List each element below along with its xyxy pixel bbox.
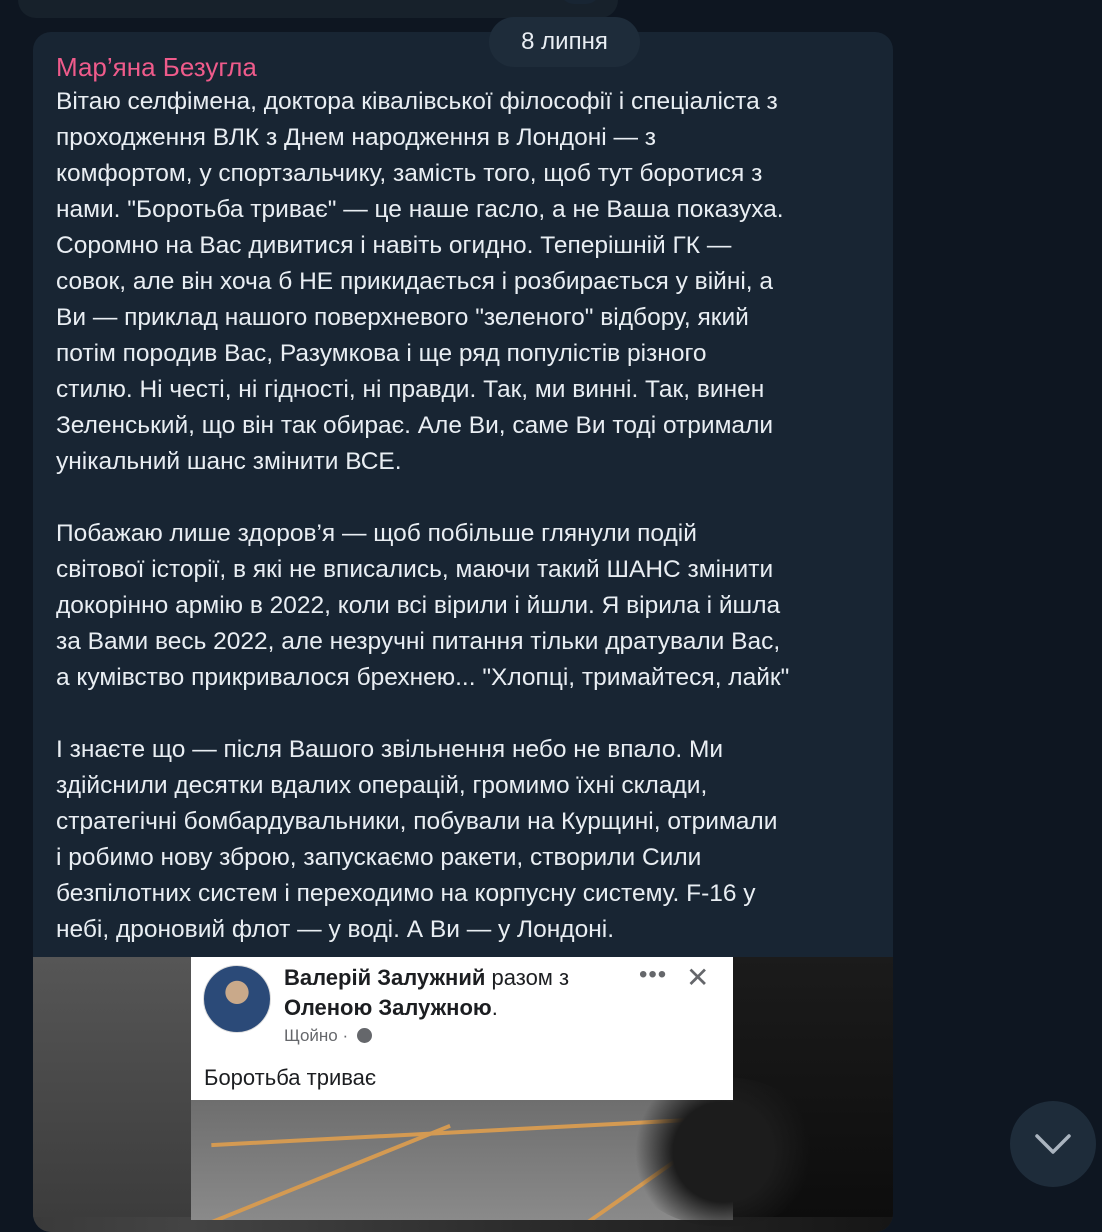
message-paragraph: І знаєте що — після Вашого звільнення не… [56, 736, 778, 943]
date-separator: 8 липня [489, 17, 640, 67]
scroll-down-button[interactable] [1010, 1101, 1096, 1187]
post-tagged-suffix: . [491, 995, 498, 1020]
post-separator: · [342, 1026, 349, 1045]
chevron-down-icon [1035, 1134, 1071, 1154]
post-with-text: разом з [491, 965, 570, 990]
message-sender[interactable]: Мар’яна Безугла [56, 52, 257, 82]
post-time: Щойно [284, 1026, 338, 1045]
message-paragraph: Побажаю лише здоров’я — щоб побільше гля… [56, 520, 790, 691]
more-options-icon: ••• [639, 961, 668, 988]
facebook-post-screenshot: Валерій Залужний разом з Оленою Залужною… [191, 957, 733, 1100]
post-author-line: Валерій Залужний разом з [284, 963, 569, 993]
message-bubble[interactable]: Мар’яна Безугла Вітаю селфімена, доктора… [33, 32, 893, 1232]
post-meta: Щойно · [284, 1025, 372, 1047]
message-text: Вітаю селфімена, доктора ківалівської фі… [56, 84, 876, 984]
globe-icon [356, 1028, 372, 1043]
avatar [203, 965, 271, 1033]
post-text: Боротьба триває [204, 1065, 377, 1090]
header-remnant [18, 0, 618, 18]
message-paragraph: Вітаю селфімена, доктора ківалівської фі… [56, 88, 784, 475]
close-icon: ✕ [686, 962, 710, 993]
message-photo[interactable]: Валерій Залужний разом з Оленою Залужною… [33, 957, 893, 1232]
post-tagged-line: Оленою Залужною. [284, 993, 498, 1023]
post-author: Валерій Залужний [284, 965, 486, 990]
photo-left-region [33, 957, 193, 1217]
post-tagged: Оленою Залужною [284, 995, 492, 1020]
